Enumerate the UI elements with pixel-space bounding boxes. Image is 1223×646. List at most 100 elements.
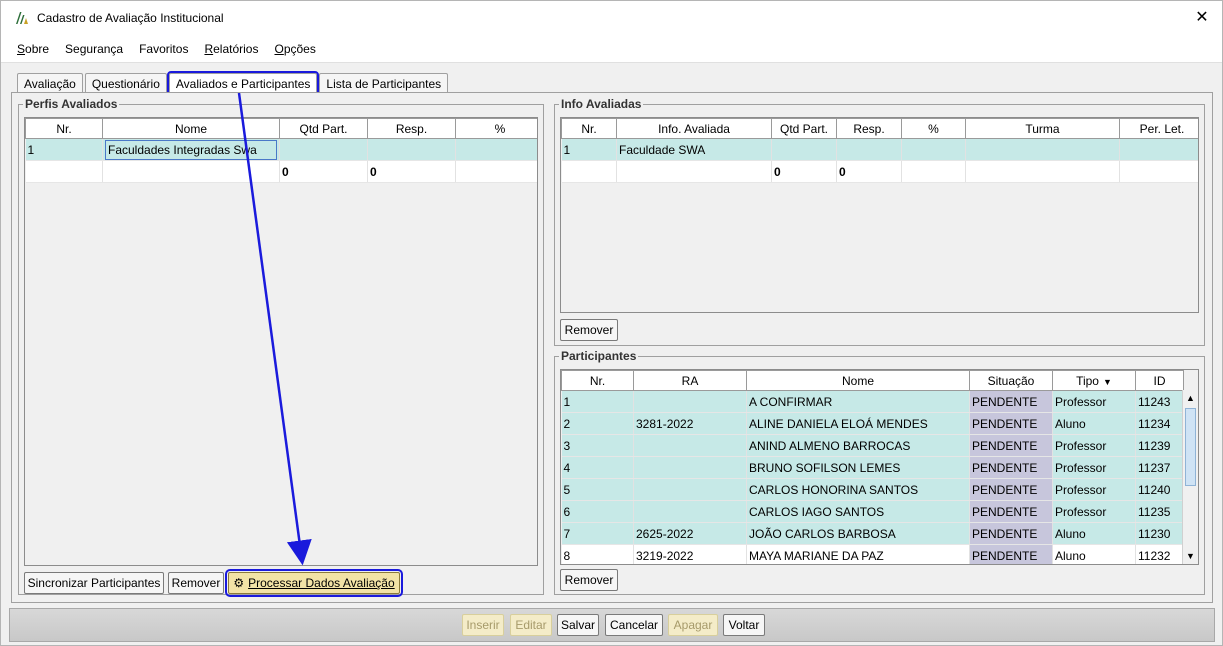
menu-seguranca[interactable]: Segurança [57,42,131,56]
col-tipo[interactable]: Tipo ▼ [1052,370,1136,391]
cell-qtd [771,138,837,161]
remover-perfil-button[interactable]: Remover [168,572,224,594]
tab-avaliacao[interactable]: Avaliação [17,73,83,93]
perfis-avaliados-group: Perfis Avaliados Nr. Nome Qtd Part. Resp… [18,97,544,597]
cell-resp [367,138,456,161]
cell-nr: 1 [561,390,634,413]
cell-tipo: Professor [1052,390,1136,413]
cell-nr: 2 [561,412,634,435]
gears-icon: ⚙ [233,576,245,590]
participantes-scrollbar[interactable]: ▲ ▼ [1182,390,1198,564]
cell-per-let [1119,138,1198,161]
table-row[interactable]: 7 2625-2022 JOÃO CARLOS BARBOSA PENDENTE Alu… [561,522,1184,545]
col-nome[interactable]: Nome [102,118,280,139]
col-per-let[interactable]: Per. Let. [1119,118,1198,139]
col-info-avaliada[interactable]: Info. Avaliada [616,118,772,139]
cell-situacao: PENDENTE [969,412,1053,435]
table-row[interactable]: 1 A CONFIRMAR PENDENTE Professor 11243 [561,390,1184,413]
cell-tipo: Aluno [1052,522,1136,545]
table-row[interactable]: 6 CARLOS IAGO SANTOS PENDENTE Professor 1123… [561,500,1184,523]
col-id[interactable]: ID [1135,370,1184,391]
cell-ra [633,456,747,479]
menu-bar: Sobre Segurança Favoritos Relatórios Opç… [1,35,1222,63]
col-nr[interactable]: Nr. [25,118,103,139]
scroll-down-icon[interactable]: ▼ [1183,548,1198,564]
cell-tipo: Professor [1052,434,1136,457]
menu-relatorios[interactable]: Relatórios [196,42,266,56]
salvar-button[interactable]: Salvar [557,614,599,636]
cell-nr: 1 [25,138,103,161]
voltar-button[interactable]: Voltar [723,614,765,636]
col-resp[interactable]: Resp. [367,118,456,139]
cell-id: 11235 [1135,500,1184,523]
tab-bar: Avaliação Questionário Avaliados e Parti… [17,71,450,95]
info-grid[interactable]: Nr. Info. Avaliada Qtd Part. Resp. % Tur… [560,117,1199,313]
cell-tipo: Professor [1052,500,1136,523]
tab-questionario[interactable]: Questionário [84,73,167,93]
cell-tipo: Aluno [1052,412,1136,435]
cell-tipo: Aluno [1052,544,1136,564]
col-turma[interactable]: Turma [965,118,1120,139]
sincronizar-participantes-button[interactable]: Sincronizar Participantes [24,572,164,594]
col-qtd-part[interactable]: Qtd Part. [771,118,837,139]
col-ra[interactable]: RA [633,370,747,391]
perfis-grid[interactable]: Nr. Nome Qtd Part. Resp. % 1 Faculdades … [24,117,538,566]
col-pct[interactable]: % [901,118,966,139]
col-situacao[interactable]: Situação [969,370,1053,391]
sort-desc-icon: ▼ [1102,376,1112,387]
participantes-grid[interactable]: Nr. RA Nome Situação Tipo ▼ ID 1 A CONFIRM… [560,369,1199,565]
col-nome[interactable]: Nome [746,370,970,391]
participantes-title: Participantes [559,349,639,363]
cell-situacao: PENDENTE [969,544,1053,564]
cell-nr: 7 [561,522,634,545]
close-icon[interactable]: ✕ [1192,8,1212,28]
total-resp: 0 [367,160,456,183]
col-nr[interactable]: Nr. [561,118,617,139]
cell-situacao: PENDENTE [969,390,1053,413]
remover-participante-button[interactable]: Remover [560,569,618,591]
menu-favoritos[interactable]: Favoritos [131,42,196,56]
tab-lista-participantes[interactable]: Lista de Participantes [319,73,449,93]
menu-sobre[interactable]: Sobre [9,42,57,56]
cell-pct [455,138,537,161]
total-resp: 0 [836,160,902,183]
inserir-button[interactable]: Inserir [462,614,504,636]
table-row[interactable]: 1 Faculdade SWA [561,138,1198,161]
col-nr[interactable]: Nr. [561,370,634,391]
cell-nr: 6 [561,500,634,523]
table-row[interactable]: 4 BRUNO SOFILSON LEMES PENDENTE Professor 11… [561,456,1184,479]
cell-nr: 1 [561,138,617,161]
cell-ra [633,500,747,523]
cell-ra [633,390,747,413]
scroll-up-icon[interactable]: ▲ [1183,390,1198,406]
cell-nome: CARLOS HONORINA SANTOS [746,478,970,501]
col-pct[interactable]: % [455,118,537,139]
info-avaliadas-title: Info Avaliadas [559,97,644,111]
scroll-thumb[interactable] [1185,408,1196,486]
cell-id: 11237 [1135,456,1184,479]
editar-button[interactable]: Editar [510,614,552,636]
apagar-button[interactable]: Apagar [668,614,718,636]
cell-id: 11240 [1135,478,1184,501]
table-row[interactable]: 3 ANIND ALMENO BARROCAS PENDENTE Professor 1… [561,434,1184,457]
remover-info-button[interactable]: Remover [560,319,618,341]
cell-id: 11243 [1135,390,1184,413]
totals-row: 0 0 [25,160,537,183]
table-row[interactable]: 1 Faculdades Integradas Swa [25,138,537,161]
cell-tipo: Professor [1052,456,1136,479]
cell-nome[interactable]: Faculdades Integradas Swa [102,138,280,161]
table-row[interactable]: 8 3219-2022 MAYA MARIANE DA PAZ PENDENTE Alu… [561,544,1184,564]
tab-avaliados-participantes[interactable]: Avaliados e Participantes [166,71,320,95]
cell-ra: 3281-2022 [633,412,747,435]
cancelar-button[interactable]: Cancelar [605,614,663,636]
col-resp[interactable]: Resp. [836,118,902,139]
processar-dados-avaliacao-button[interactable]: ⚙ Processar Dados Avaliação [225,569,403,597]
cell-qtd [279,138,368,161]
menu-opcoes[interactable]: Opções [266,42,323,56]
col-qtd-part[interactable]: Qtd Part. [279,118,368,139]
table-row[interactable]: 5 CARLOS HONORINA SANTOS PENDENTE Professor… [561,478,1184,501]
cell-nr: 3 [561,434,634,457]
cell-pct [901,138,966,161]
table-row[interactable]: 2 3281-2022 ALINE DANIELA ELOÁ MENDES PENDE… [561,412,1184,435]
cell-nome: ALINE DANIELA ELOÁ MENDES [746,412,970,435]
